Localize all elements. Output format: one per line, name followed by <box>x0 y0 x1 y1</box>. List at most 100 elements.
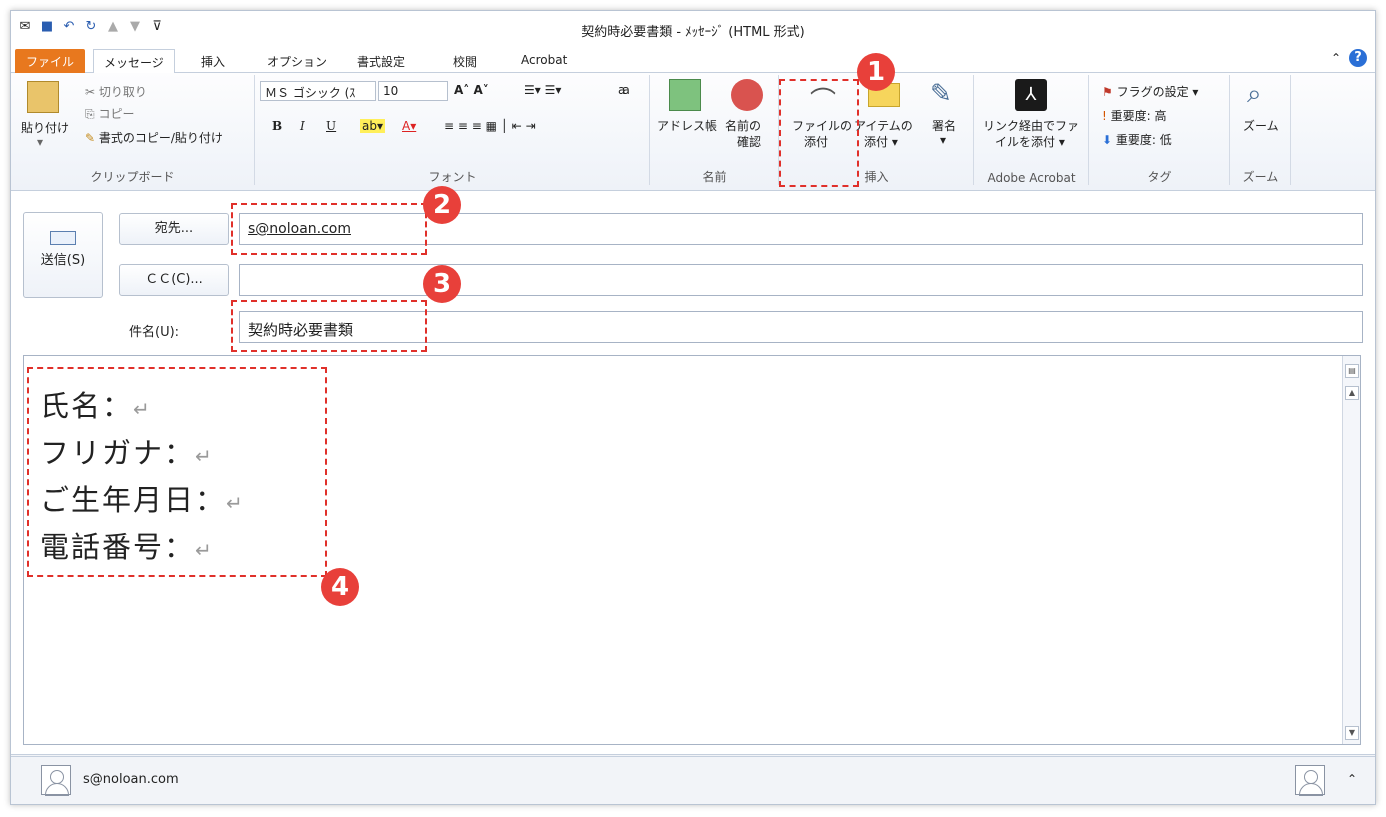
tab-format-text[interactable]: 書式設定 <box>347 49 415 73</box>
tab-acrobat[interactable]: Acrobat <box>511 49 577 73</box>
down-arrow-blue-icon: ⬇ <box>1102 133 1113 147</box>
send-label: 送信(S) <box>40 253 86 268</box>
font-color-icon[interactable]: A▾ <box>402 119 416 133</box>
annotation-badge-3: 3 <box>423 265 461 303</box>
annotation-badge-4: 4 <box>321 568 359 606</box>
check-names-icon[interactable] <box>731 79 763 111</box>
underline-icon[interactable]: U <box>326 119 336 133</box>
highlight-icon[interactable]: ab▾ <box>360 119 385 133</box>
copy-label: コピー <box>98 107 135 121</box>
zoom-group: ⌕ ズーム ズーム <box>1231 75 1291 185</box>
people-pane-bar: s@noloan.com ⌃ <box>11 754 1375 804</box>
flag-icon: ⚑ <box>1102 85 1113 99</box>
cut-button[interactable]: ✂ 切り取り <box>85 83 147 100</box>
clipboard-group-label: クリップボード <box>90 170 175 184</box>
to-button[interactable]: 宛先... <box>119 213 229 245</box>
acrobat-group: ⅄ リンク経由でファ イルを添付 ▾ Adobe Acrobat <box>975 75 1089 185</box>
tags-group: ⚑ フラグの設定 ▾ ! 重要度: 高 ⬇ 重要度: 低 タグ <box>1090 75 1230 185</box>
bold-icon[interactable]: B <box>272 119 282 133</box>
sender-email: s@noloan.com <box>83 772 179 787</box>
scroll-up-icon[interactable]: ▲ <box>1345 386 1359 400</box>
copy-button[interactable]: ⎘ コピー <box>85 105 134 122</box>
italic-icon[interactable]: I <box>300 119 305 133</box>
paste-dropdown-icon[interactable]: ▾ <box>37 135 43 149</box>
high-importance-label: 重要度: 高 <box>1110 109 1167 123</box>
address-book-button[interactable]: アドレス帳 <box>657 117 717 134</box>
expand-people-pane-icon[interactable]: ⌃ <box>1347 772 1357 786</box>
signature-button[interactable]: 署名 <box>932 117 956 134</box>
sender-avatar[interactable] <box>41 765 71 796</box>
check-names-button[interactable]: 名前の <box>725 117 761 134</box>
ruler-toggle-icon[interactable]: ▤ <box>1345 364 1359 378</box>
send-button[interactable]: 送信(S) <box>23 212 103 298</box>
zoom-group-label: ズーム <box>1242 170 1279 184</box>
tab-insert[interactable]: 挿入 <box>191 49 235 73</box>
bullets-icon[interactable]: ☰▾ ☰▾ <box>524 83 561 97</box>
format-painter-label: 書式のコピー/貼り付け <box>98 131 223 145</box>
tags-group-label: タグ <box>1147 170 1172 184</box>
names-group: アドレス帳 名前の 確認 名前 <box>651 75 779 185</box>
address-book-icon[interactable] <box>669 79 701 111</box>
acrobat-link-label-2-text: イルを添付 <box>995 135 1056 149</box>
paste-button[interactable]: 貼り付け <box>21 119 69 136</box>
format-painter-button[interactable]: ✎ 書式のコピー/貼り付け <box>85 129 223 146</box>
zoom-icon[interactable]: ⌕ <box>1247 79 1262 110</box>
low-importance-button[interactable]: ⬇ 重要度: 低 <box>1102 131 1172 148</box>
exclamation-icon: ! <box>1102 109 1107 123</box>
cut-label: 切り取り <box>98 85 147 99</box>
acrobat-icon[interactable]: ⅄ <box>1015 79 1047 111</box>
align-icons[interactable]: ≡ ≡ ≡ ▦ │ ⇤ ⇥ <box>444 119 536 133</box>
low-importance-label: 重要度: 低 <box>1115 133 1172 147</box>
tab-message[interactable]: メッセージ <box>93 49 175 74</box>
tab-options[interactable]: オプション <box>257 49 337 73</box>
annotation-box-subject <box>231 300 427 352</box>
brush-icon: ✎ <box>85 131 96 145</box>
minimize-ribbon-icon[interactable]: ⌃ <box>1331 51 1341 65</box>
help-icon[interactable]: ? <box>1349 49 1367 67</box>
annotation-badge-2: 2 <box>423 186 461 224</box>
acrobat-link-button[interactable]: リンク経由でファ <box>983 117 1079 134</box>
cc-button[interactable]: ＣＣ(C)... <box>119 264 229 296</box>
names-group-label: 名前 <box>702 170 727 184</box>
copy-icon: ⎘ <box>85 107 95 121</box>
window-title: 契約時必要書類 - ﾒｯｾｰｼﾞ (HTML 形式) <box>581 25 805 40</box>
attach-item-label-2: 添付 ▾ <box>864 135 898 149</box>
annotation-badge-1: 1 <box>857 53 895 91</box>
font-size-select[interactable]: 10 <box>378 81 448 101</box>
attach-item-label-2-text: 添付 <box>864 135 889 149</box>
cut-icon: ✂ <box>85 85 96 99</box>
scroll-down-icon[interactable]: ▼ <box>1345 726 1359 740</box>
check-names-label-2: 確認 <box>737 135 762 149</box>
tab-review[interactable]: 校閲 <box>443 49 487 73</box>
font-group-label: フォント <box>428 170 477 184</box>
clipboard-group: 貼り付け ▾ ✂ 切り取り ⎘ コピー ✎ 書式のコピー/貼り付け クリップボー… <box>11 75 255 185</box>
tab-file[interactable]: ファイル <box>15 49 85 73</box>
send-icon <box>50 231 76 245</box>
style-icon[interactable]: ꜳ <box>618 83 630 97</box>
ribbon: 貼り付け ▾ ✂ 切り取り ⎘ コピー ✎ 書式のコピー/貼り付け クリップボー… <box>11 73 1375 191</box>
signature-dropdown-icon[interactable]: ▾ <box>940 133 946 147</box>
cc-field[interactable] <box>239 264 1363 296</box>
subject-label: 件名(U): <box>129 325 180 340</box>
attach-item-button[interactable]: アイテムの <box>854 117 913 134</box>
vertical-scrollbar[interactable]: ▤ ▲ ▼ <box>1342 356 1360 744</box>
flag-label: フラグの設定 <box>1116 85 1189 99</box>
annotation-box-to <box>231 203 427 255</box>
font-group: ＭＳ ゴシック (ｽ 10 A˄ A˅ ☰▾ ☰▾ ꜳ B I U ab▾ A▾… <box>256 75 650 185</box>
font-family-select[interactable]: ＭＳ ゴシック (ｽ <box>260 81 376 101</box>
annotation-box-attach <box>779 79 859 187</box>
annotation-box-body <box>27 367 327 577</box>
outlook-message-window: ✉ ■ ↶ ↻ ▲ ▼ ⊽ 契約時必要書類 - ﾒｯｾｰｼﾞ (HTML 形式)… <box>10 10 1376 805</box>
title-bar: ✉ ■ ↶ ↻ ▲ ▼ ⊽ 契約時必要書類 - ﾒｯｾｰｼﾞ (HTML 形式) <box>11 11 1375 45</box>
people-pane-avatar[interactable] <box>1295 765 1325 796</box>
zoom-button[interactable]: ズーム <box>1243 117 1279 134</box>
high-importance-button[interactable]: ! 重要度: 高 <box>1102 107 1167 124</box>
flag-button[interactable]: ⚑ フラグの設定 ▾ <box>1102 83 1198 100</box>
compose-header: 送信(S) 宛先... ＣＣ(C)... 件名(U): s@noloan.com… <box>11 193 1375 353</box>
ribbon-tabs: ファイル メッセージ 挿入 オプション 書式設定 校閲 Acrobat ⌃ ? <box>11 45 1375 74</box>
acrobat-link-label-2: イルを添付 ▾ <box>995 135 1065 149</box>
signature-icon[interactable]: ✎ <box>930 79 952 109</box>
grow-font-icon[interactable]: A˄ A˅ <box>454 83 489 97</box>
paste-icon[interactable] <box>27 81 59 113</box>
acrobat-group-label: Adobe Acrobat <box>987 171 1076 185</box>
